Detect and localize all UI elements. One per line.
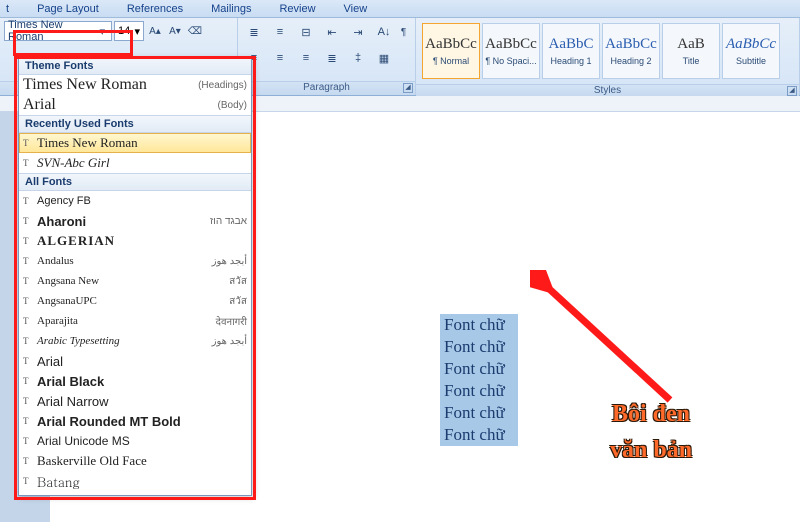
group-label-paragraph: Paragraph ◢ — [238, 81, 415, 95]
line-spacing-button[interactable]: ‡ — [346, 47, 370, 69]
menu-item[interactable]: References — [127, 3, 183, 15]
font-dropdown-item[interactable]: TAngsanaUPCสวัส — [19, 291, 251, 311]
dropdown-header-theme: Theme Fonts — [19, 57, 251, 75]
style-gallery: AaBbCc¶ NormalAaBbCc¶ No Spaci...AaBbCHe… — [420, 21, 782, 81]
menu-item[interactable]: View — [344, 3, 368, 15]
style-item[interactable]: AaBbCcHeading 2 — [602, 23, 660, 79]
dropdown-header-recent: Recently Used Fonts — [19, 115, 251, 133]
font-dropdown-item[interactable]: Times New Roman(Headings) — [19, 75, 251, 95]
font-dropdown-item[interactable]: TAgency FB — [19, 191, 251, 211]
grow-font-button[interactable]: A▴ — [146, 21, 164, 41]
selected-text-block[interactable]: Font chữFont chữFont chữFont chữFont chữ… — [440, 314, 518, 446]
styles-dialog-launcher[interactable]: ◢ — [787, 86, 797, 96]
font-size-combo[interactable]: 14 ▾ — [114, 21, 144, 41]
font-dropdown-item[interactable]: TArial Black — [19, 371, 251, 391]
font-dropdown-item[interactable]: TAngsana Newสวัส — [19, 271, 251, 291]
increase-indent-button[interactable]: ⇥ — [346, 21, 370, 43]
menu-item[interactable]: Mailings — [211, 3, 251, 15]
font-dropdown-item[interactable]: TArial — [19, 351, 251, 371]
align-right-button[interactable]: ≡ — [294, 47, 318, 69]
dropdown-header-all: All Fonts — [19, 173, 251, 191]
font-dropdown-item[interactable]: TArabic Typesettingأبجد هوز — [19, 331, 251, 351]
style-item[interactable]: AaBbCHeading 1 — [542, 23, 600, 79]
menu-bar: t Page Layout References Mailings Review… — [0, 0, 800, 18]
font-size-value: 14 — [118, 25, 130, 37]
shading-button[interactable]: ▦ — [372, 47, 396, 69]
font-dropdown-item[interactable]: TAparajitaदेवनागरी — [19, 311, 251, 331]
font-dropdown-item[interactable]: TALGERIAN — [19, 231, 251, 251]
decrease-indent-button[interactable]: ⇤ — [320, 21, 344, 43]
menu-item[interactable]: t — [6, 3, 9, 15]
font-dropdown-item[interactable]: TTimes New Roman — [19, 133, 251, 153]
style-item[interactable]: AaBTitle — [662, 23, 720, 79]
annotation-text: Bôi đen văn bản — [610, 396, 692, 468]
font-dropdown-item[interactable]: TArial Narrow — [19, 391, 251, 411]
multilevel-list-button[interactable]: ⊟ — [294, 21, 318, 43]
clear-formatting-button[interactable]: ⌫ — [186, 21, 204, 41]
show-hide-button[interactable]: ¶ — [396, 21, 411, 43]
menu-item[interactable]: Page Layout — [37, 3, 99, 15]
paragraph-group: ≣ ≡ ⊟ ⇤ ⇥ A↓ ≡ ≡ ≡ ≣ ‡ ▦ ¶ Paragraph ◢ — [238, 18, 416, 95]
font-dropdown-panel: Theme Fonts Times New Roman(Headings)Ari… — [18, 56, 252, 496]
chevron-down-icon[interactable]: ▾ — [97, 25, 108, 38]
font-dropdown-item[interactable]: TAndalusأبجد هوز — [19, 251, 251, 271]
paragraph-dialog-launcher[interactable]: ◢ — [403, 83, 413, 93]
font-dropdown-item[interactable]: TBatang — [19, 471, 251, 491]
sort-button[interactable]: A↓ — [372, 21, 396, 43]
font-name-combo[interactable]: Times New Roman ▾ — [4, 21, 112, 41]
numbering-button[interactable]: ≡ — [268, 21, 292, 43]
style-item[interactable]: AaBbCcSubtitle — [722, 23, 780, 79]
font-dropdown-item[interactable]: TArial Rounded MT Bold — [19, 411, 251, 431]
font-dropdown-item[interactable]: TBaskerville Old Face — [19, 451, 251, 471]
bullets-button[interactable]: ≣ — [242, 21, 266, 43]
chevron-down-icon[interactable]: ▾ — [134, 25, 140, 38]
shrink-font-button[interactable]: A▾ — [166, 21, 184, 41]
justify-button[interactable]: ≣ — [320, 47, 344, 69]
group-label-styles: Styles ◢ — [416, 84, 799, 96]
font-dropdown-item[interactable]: TAharoniאבגד הוז — [19, 211, 251, 231]
font-dropdown-item[interactable]: Arial(Body) — [19, 95, 251, 115]
font-dropdown-item[interactable]: TSVN-Abc Girl — [19, 153, 251, 173]
align-center-button[interactable]: ≡ — [268, 47, 292, 69]
styles-group: AaBbCc¶ NormalAaBbCc¶ No Spaci...AaBbCHe… — [416, 18, 800, 95]
style-item[interactable]: AaBbCc¶ Normal — [422, 23, 480, 79]
menu-item[interactable]: Review — [279, 3, 315, 15]
style-item[interactable]: AaBbCc¶ No Spaci... — [482, 23, 540, 79]
font-name-value: Times New Roman — [8, 19, 97, 43]
font-dropdown-item[interactable]: TArial Unicode MS — [19, 431, 251, 451]
